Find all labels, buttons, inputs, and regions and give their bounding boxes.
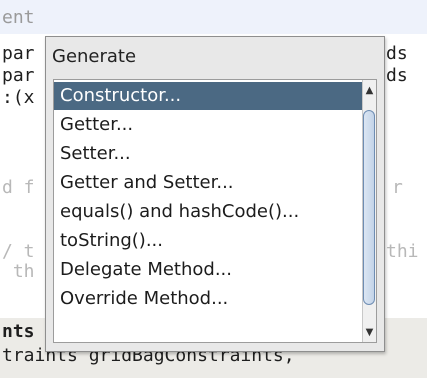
generate-item-getter-and-setter[interactable]: Getter and Setter... <box>54 169 362 197</box>
code-line: par <box>2 65 35 86</box>
code-line: / t <box>2 241 35 262</box>
generate-item-tostring[interactable]: toString()... <box>54 227 362 255</box>
scroll-up-arrow-icon[interactable]: ▲ <box>363 82 376 98</box>
generate-item-constructor[interactable]: Constructor... <box>54 82 362 110</box>
generate-item-getter[interactable]: Getter... <box>54 111 362 139</box>
code-line-fragment: ds <box>386 65 408 86</box>
scrollbar-thumb[interactable] <box>363 110 375 305</box>
code-line: par <box>2 43 35 64</box>
generate-item-setter[interactable]: Setter... <box>54 140 362 168</box>
editor-highlight-band-top <box>0 0 427 34</box>
code-line: :(x <box>2 87 35 108</box>
popup-title: Generate <box>52 46 137 67</box>
code-line: th <box>2 261 35 282</box>
generate-popup: Generate Constructor... Getter... Setter… <box>45 36 385 352</box>
code-line: d f <box>2 177 35 198</box>
list-scrollbar[interactable]: ▲ ▼ <box>362 80 376 342</box>
scroll-down-arrow-icon[interactable]: ▼ <box>363 324 376 340</box>
code-line-fragment: thi <box>386 241 419 262</box>
generate-item-override-method[interactable]: Override Method... <box>54 285 362 313</box>
generate-item-delegate-method[interactable]: Delegate Method... <box>54 256 362 284</box>
generate-item-equals-hashcode[interactable]: equals() and hashCode()... <box>54 198 362 226</box>
code-line-fragment: ds <box>386 43 408 64</box>
generate-options-list[interactable]: Constructor... Getter... Setter... Gette… <box>53 79 377 343</box>
code-line-fragment: r <box>392 177 403 198</box>
code-line: nts <box>2 321 35 342</box>
code-line: ent <box>2 7 35 28</box>
